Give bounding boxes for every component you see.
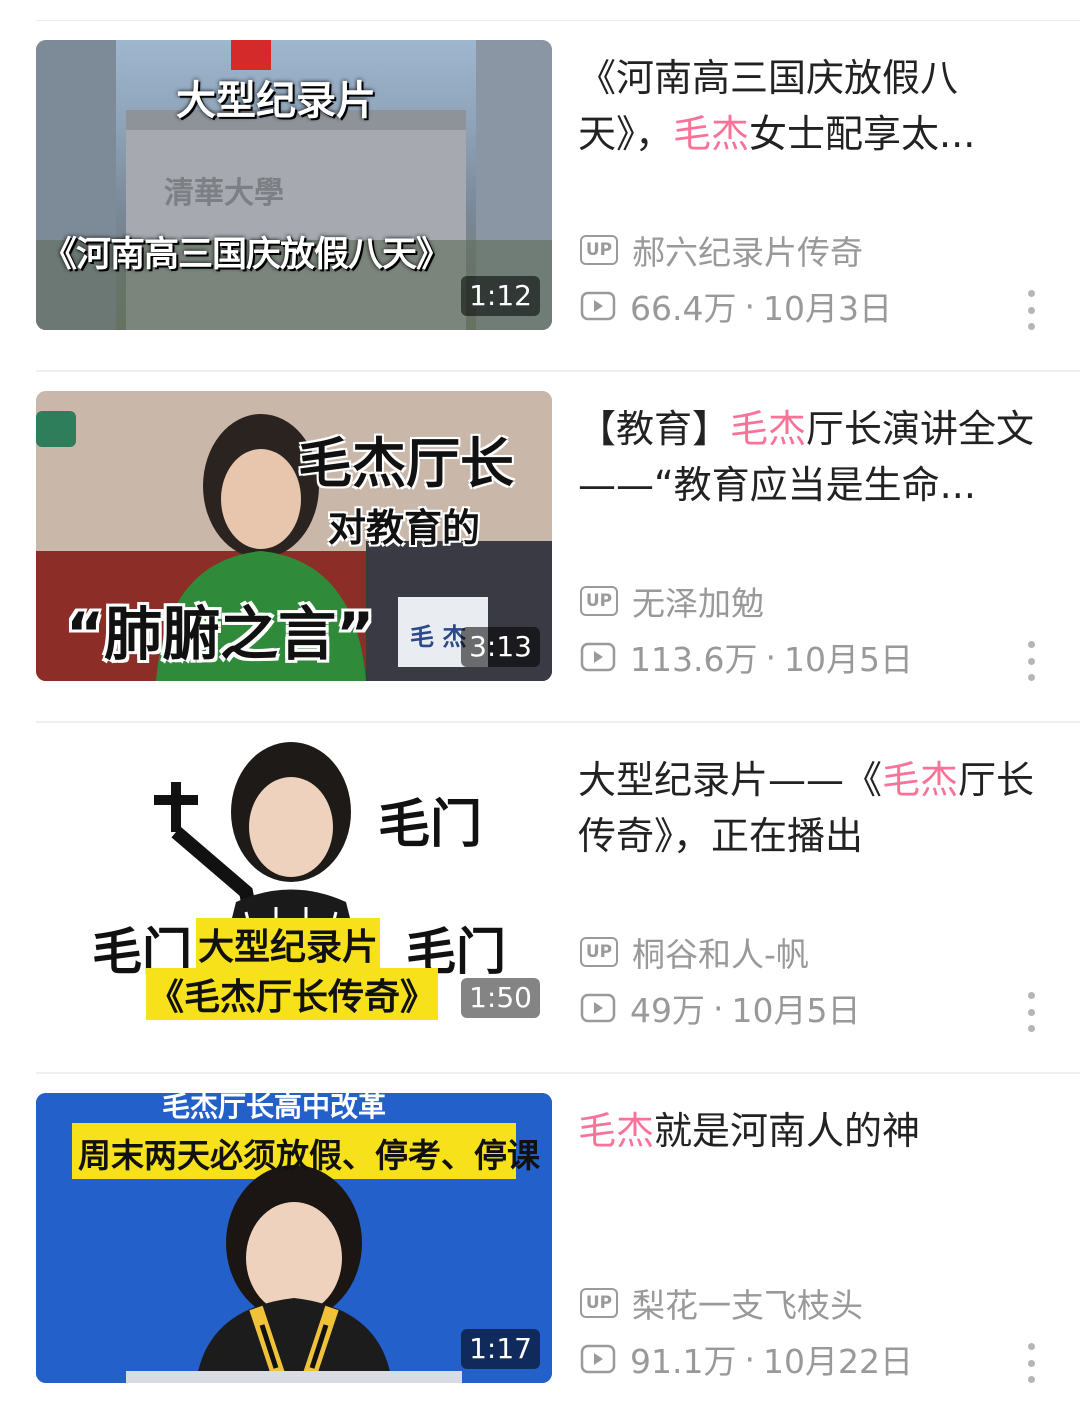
more-options-icon[interactable] xyxy=(1024,290,1038,330)
uploader-name: 桐谷和人-帆 xyxy=(632,935,809,974)
video-card[interactable]: 毛杰厅长高中改革 周末两天必须放假、停考、停课 1:17 毛杰就是河南人的神 U… xyxy=(0,1073,1080,1425)
uploader-row[interactable]: UP 梨花一支飞枝头 xyxy=(580,1283,863,1325)
up-badge-icon: UP xyxy=(580,235,618,265)
play-count-icon xyxy=(580,291,616,321)
view-count: 49万 xyxy=(630,991,705,1030)
thumb-text: 毛杰厅长高中改革 xyxy=(162,1093,387,1123)
video-stats: 91.1万 · 10月22日 xyxy=(580,1339,913,1381)
play-count-icon xyxy=(580,642,616,672)
thumb-text: 大型纪录片 xyxy=(196,918,381,970)
thumb-text: 《毛杰厅长传奇》 xyxy=(146,968,439,1020)
title-keyword-highlight: 毛杰 xyxy=(578,1109,655,1153)
thumb-text: 对教育的 xyxy=(328,506,481,550)
publish-date: 10月5日 xyxy=(783,640,913,679)
video-stats: 49万 · 10月5日 xyxy=(580,988,861,1030)
video-card[interactable]: 毛门 毛门 大型纪录片 毛门 《毛杰厅长传奇》 1:50 大型纪录片——《毛杰厅… xyxy=(0,722,1080,1074)
uploader-name: 郝六纪录片传奇 xyxy=(632,233,863,272)
uploader-row[interactable]: UP 桐谷和人-帆 xyxy=(580,932,809,974)
publish-date: 10月3日 xyxy=(762,289,892,328)
video-title[interactable]: 【教育】毛杰厅长演讲全文——“教育应当是生命... xyxy=(578,401,1048,513)
play-count-icon xyxy=(580,993,616,1023)
up-badge-icon: UP xyxy=(580,586,618,616)
video-title[interactable]: 《河南高三国庆放假八天》，毛杰女士配享太... xyxy=(578,50,1048,162)
title-keyword-highlight: 毛杰 xyxy=(730,407,807,451)
uploader-row[interactable]: UP 无泽加勉 xyxy=(580,581,764,623)
video-stats: 113.6万 · 10月5日 xyxy=(580,637,913,679)
thumb-text: 毛杰厅长 xyxy=(298,432,514,495)
more-options-icon[interactable] xyxy=(1024,1343,1038,1383)
thumb-text: 周末两天必须放假、停考、停课 xyxy=(78,1136,540,1175)
thumb-text: 清華大學 xyxy=(164,176,284,211)
thumb-text: “肺腑之言” xyxy=(66,600,375,668)
video-thumbnail[interactable]: 毛杰厅长高中改革 周末两天必须放假、停考、停课 1:17 xyxy=(36,1093,552,1383)
title-keyword-highlight: 毛杰 xyxy=(673,112,750,156)
video-duration: 3:13 xyxy=(461,627,540,667)
more-options-icon[interactable] xyxy=(1024,992,1038,1032)
video-title[interactable]: 毛杰就是河南人的神 xyxy=(578,1103,1048,1215)
video-stats: 66.4万 · 10月3日 xyxy=(580,286,892,328)
view-count: 91.1万 xyxy=(630,1342,737,1381)
video-thumbnail[interactable]: 毛杰厅长 对教育的 “肺腑之言” 毛 杰 3:13 xyxy=(36,391,552,681)
uploader-row[interactable]: UP 郝六纪录片传奇 xyxy=(580,230,863,272)
thumb-text: 毛门 xyxy=(378,795,483,855)
video-card[interactable]: 毛杰厅长 对教育的 “肺腑之言” 毛 杰 3:13 【教育】毛杰厅长演讲全文——… xyxy=(0,371,1080,723)
title-keyword-highlight: 毛杰 xyxy=(882,758,959,802)
uploader-name: 梨花一支飞枝头 xyxy=(632,1286,863,1325)
more-options-icon[interactable] xyxy=(1024,641,1038,681)
video-title[interactable]: 大型纪录片——《毛杰厅长传奇》，正在播出 xyxy=(578,752,1048,864)
view-count: 66.4万 xyxy=(630,289,737,328)
video-duration: 1:17 xyxy=(461,1329,540,1369)
publish-date: 10月22日 xyxy=(762,1342,913,1381)
video-duration: 1:12 xyxy=(461,276,540,316)
publish-date: 10月5日 xyxy=(731,991,861,1030)
play-count-icon xyxy=(580,1344,616,1374)
up-badge-icon: UP xyxy=(580,1288,618,1318)
thumb-text: 大型纪录片 xyxy=(176,77,376,124)
thumb-text: 《河南高三国庆放假八天》 xyxy=(42,234,451,275)
video-duration: 1:50 xyxy=(461,978,540,1018)
uploader-name: 无泽加勉 xyxy=(632,584,764,623)
thumb-text: 毛 杰 xyxy=(410,623,467,651)
view-count: 113.6万 xyxy=(630,640,758,679)
video-thumbnail[interactable]: 毛门 毛门 大型纪录片 毛门 《毛杰厅长传奇》 1:50 xyxy=(36,742,552,1032)
video-thumbnail[interactable]: 大型纪录片 清華大學 《河南高三国庆放假八天》 1:12 xyxy=(36,40,552,330)
up-badge-icon: UP xyxy=(580,937,618,967)
video-card[interactable]: 大型纪录片 清華大學 《河南高三国庆放假八天》 1:12 《河南高三国庆放假八天… xyxy=(0,20,1080,372)
